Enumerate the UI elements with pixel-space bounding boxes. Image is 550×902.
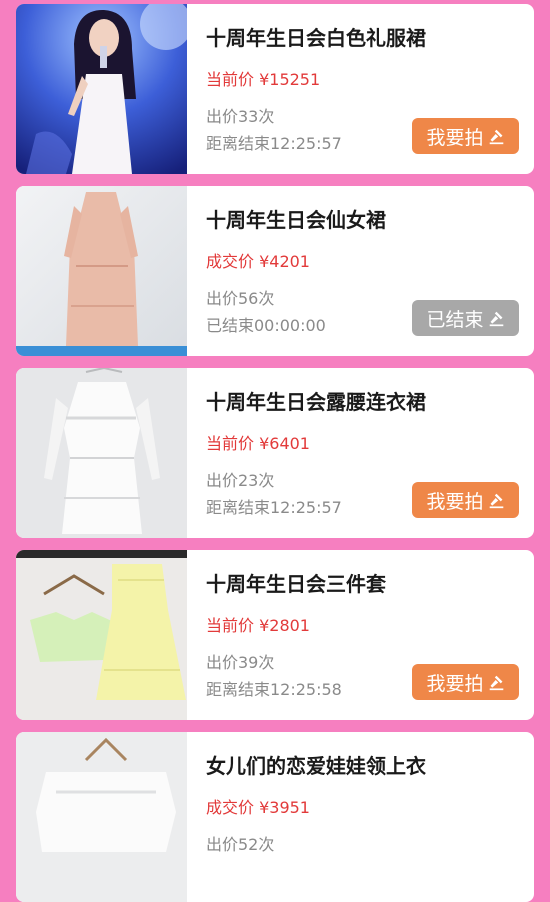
performer-photo-graphic (16, 4, 187, 174)
item-price: 成交价 ¥3951 (206, 798, 310, 817)
white-ruffle-blouse-graphic (16, 732, 187, 902)
item-photo[interactable] (16, 550, 187, 720)
item-countdown: 距离结束12:25:57 (206, 498, 342, 517)
item-photo[interactable] (16, 4, 187, 174)
auction-item-card[interactable]: 女儿们的恋爱娃娃领上衣 成交价 ¥3951 出价52次 (16, 732, 534, 902)
item-photo[interactable] (16, 186, 187, 356)
item-countdown: 已结束00:00:00 (206, 316, 326, 335)
pink-lace-dress-graphic (16, 186, 187, 356)
bid-button-label: 我要拍 (426, 126, 484, 149)
item-bid-count: 出价33次 (206, 107, 275, 126)
item-title: 十周年生日会露腰连衣裙 (206, 390, 426, 414)
white-ruffle-dress-graphic (16, 368, 187, 538)
gavel-icon (488, 310, 505, 327)
ended-button[interactable]: 已结束 (412, 300, 519, 336)
bid-button-label: 我要拍 (426, 672, 484, 695)
item-price: 当前价 ¥15251 (206, 70, 321, 89)
item-title: 十周年生日会白色礼服裙 (206, 26, 426, 50)
item-bid-count: 出价52次 (206, 835, 275, 854)
auction-item-card[interactable]: 十周年生日会仙女裙 成交价 ¥4201 出价56次 已结束00:00:00 已结… (16, 186, 534, 356)
item-photo[interactable] (16, 368, 187, 538)
item-title: 女儿们的恋爱娃娃领上衣 (206, 754, 426, 778)
item-photo[interactable] (16, 732, 187, 902)
item-price: 当前价 ¥6401 (206, 434, 310, 453)
item-countdown: 距离结束12:25:58 (206, 680, 342, 699)
gavel-icon (488, 492, 505, 509)
item-bid-count: 出价39次 (206, 653, 275, 672)
item-price: 成交价 ¥4201 (206, 252, 310, 271)
item-title: 十周年生日会仙女裙 (206, 208, 386, 232)
ended-button-label: 已结束 (426, 308, 484, 331)
auction-item-card[interactable]: 十周年生日会白色礼服裙 当前价 ¥15251 出价33次 距离结束12:25:5… (16, 4, 534, 174)
auction-item-card[interactable]: 十周年生日会露腰连衣裙 当前价 ¥6401 出价23次 距离结束12:25:57… (16, 368, 534, 538)
auction-list: 十周年生日会白色礼服裙 当前价 ¥15251 出价33次 距离结束12:25:5… (0, 0, 550, 902)
bid-button[interactable]: 我要拍 (412, 664, 519, 700)
gavel-icon (488, 674, 505, 691)
item-bid-count: 出价23次 (206, 471, 275, 490)
auction-item-card[interactable]: 十周年生日会三件套 当前价 ¥2801 出价39次 距离结束12:25:58 我… (16, 550, 534, 720)
yellow-three-piece-graphic (16, 550, 187, 720)
bid-button[interactable]: 我要拍 (412, 118, 519, 154)
gavel-icon (488, 128, 505, 145)
bid-button[interactable]: 我要拍 (412, 482, 519, 518)
item-countdown: 距离结束12:25:57 (206, 134, 342, 153)
item-title: 十周年生日会三件套 (206, 572, 386, 596)
bid-button-label: 我要拍 (426, 490, 484, 513)
item-price: 当前价 ¥2801 (206, 616, 310, 635)
item-bid-count: 出价56次 (206, 289, 275, 308)
